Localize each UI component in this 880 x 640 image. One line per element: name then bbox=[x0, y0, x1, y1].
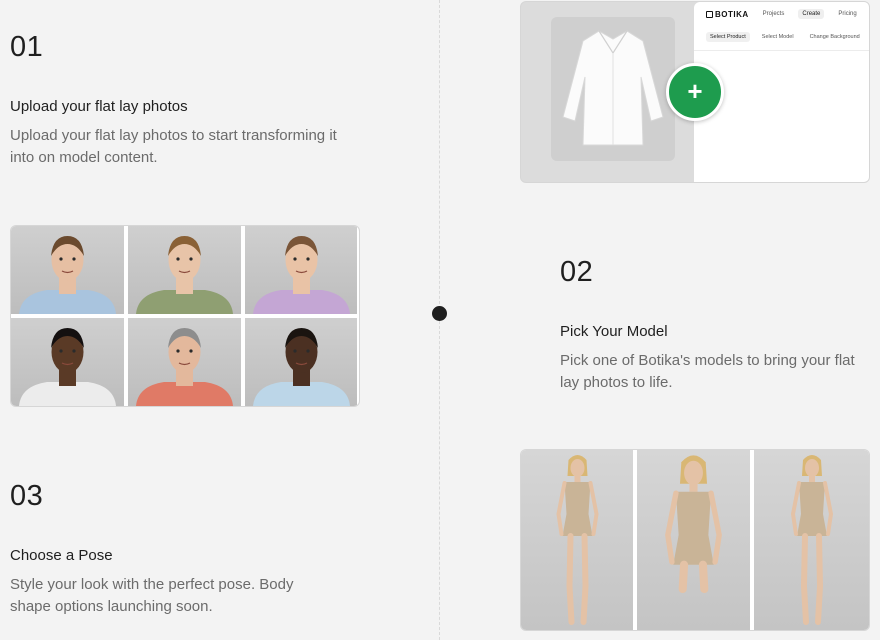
model-portrait-icon bbox=[136, 236, 233, 314]
nav-projects[interactable]: Projects bbox=[759, 9, 789, 19]
add-photo-button[interactable]: + bbox=[666, 63, 724, 121]
logo-mark-icon bbox=[706, 10, 713, 18]
pose-card bbox=[520, 449, 870, 631]
model-option-2[interactable] bbox=[128, 226, 241, 314]
model-option-5[interactable] bbox=[128, 318, 241, 406]
timeline-dot bbox=[432, 306, 447, 321]
botika-logo: BOTIKA bbox=[706, 10, 749, 19]
step-description: Upload your flat lay photos to start tra… bbox=[10, 127, 337, 166]
app-header: BOTIKA Projects Create Pricing bbox=[694, 2, 869, 26]
pose-option-3[interactable] bbox=[753, 450, 869, 630]
model-portrait-icon bbox=[253, 328, 350, 406]
step-tabs: Select Product Select Model Change Backg… bbox=[694, 26, 869, 42]
pose-option-2[interactable] bbox=[637, 450, 750, 630]
plus-icon: + bbox=[687, 76, 703, 106]
logo-text: BOTIKA bbox=[715, 9, 749, 19]
step-description: Style your look with the perfect pose. B… bbox=[10, 576, 294, 615]
shirt-icon bbox=[562, 30, 664, 146]
step-number: 03 bbox=[10, 480, 44, 512]
nav-pricing[interactable]: Pricing bbox=[834, 9, 860, 19]
step-number: 01 bbox=[10, 31, 44, 63]
model-portrait-icon bbox=[19, 236, 116, 314]
model-option-4[interactable] bbox=[11, 318, 124, 406]
step-1: 01 Upload your flat lay photos Upload yo… bbox=[10, 33, 340, 169]
model-portrait-icon bbox=[253, 236, 350, 314]
step-title: Choose a Pose bbox=[10, 547, 113, 564]
tab-select-model[interactable]: Select Model bbox=[758, 32, 798, 42]
flat-lay-shirt-image bbox=[551, 17, 675, 161]
pose-figure-icon bbox=[665, 455, 723, 594]
model-portrait-icon bbox=[19, 328, 116, 406]
tab-select-product[interactable]: Select Product bbox=[706, 32, 750, 42]
step-3: 03 Choose a Pose Style your look with th… bbox=[10, 482, 340, 618]
step-title: Pick Your Model bbox=[560, 323, 668, 340]
upload-preview-card: BOTIKA Projects Create Pricing Select Pr… bbox=[520, 1, 870, 183]
model-option-1[interactable] bbox=[11, 226, 124, 314]
model-option-6[interactable] bbox=[245, 318, 357, 406]
pose-row bbox=[521, 450, 869, 630]
step-title: Upload your flat lay photos bbox=[10, 98, 188, 115]
pose-option-1[interactable] bbox=[521, 450, 634, 630]
model-grid bbox=[11, 226, 359, 406]
model-grid-card bbox=[10, 225, 360, 407]
pose-figure-icon bbox=[790, 455, 833, 625]
nav-create[interactable]: Create bbox=[798, 9, 825, 19]
divider bbox=[694, 50, 869, 51]
step-2: 02 Pick Your Model Pick one of Botika's … bbox=[560, 258, 880, 394]
step-description: Pick one of Botika's models to bring you… bbox=[560, 352, 855, 391]
pose-figure-icon bbox=[556, 455, 599, 625]
step-number: 02 bbox=[560, 256, 594, 288]
model-option-3[interactable] bbox=[245, 226, 357, 314]
model-portrait-icon bbox=[136, 328, 233, 406]
tab-change-background[interactable]: Change Background bbox=[806, 32, 864, 42]
